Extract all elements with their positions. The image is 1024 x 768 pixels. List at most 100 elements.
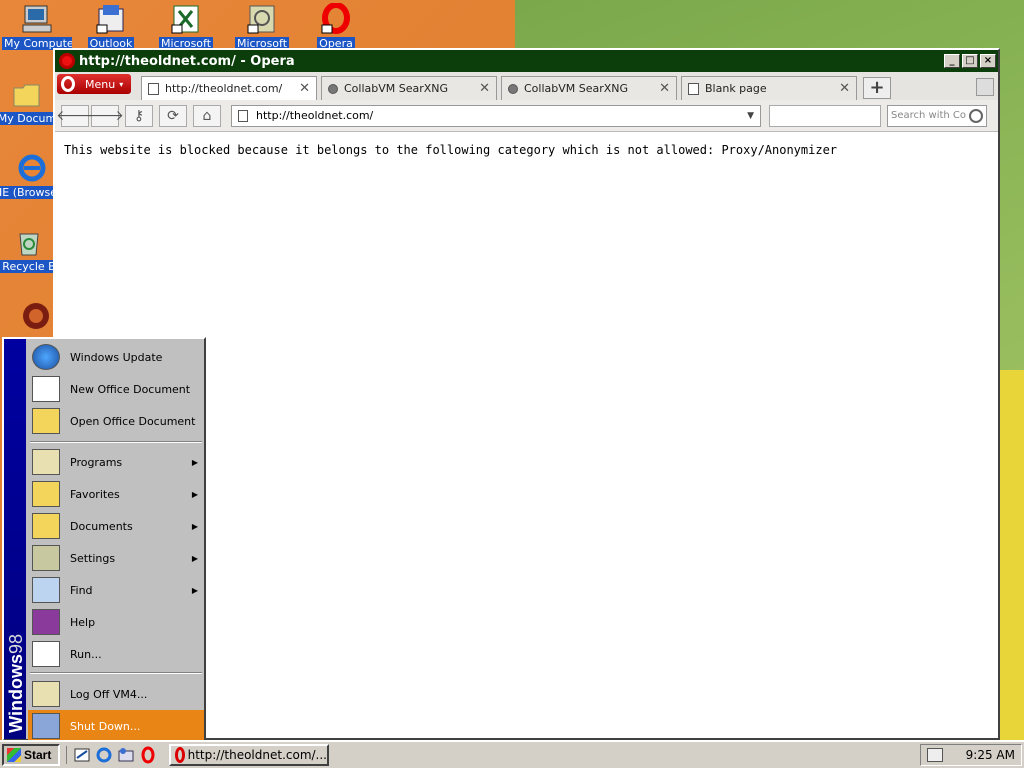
taskbar: Start http://theoldnet.com/... 9:25 AM [0, 740, 1024, 768]
favorites-icon [32, 481, 60, 507]
menu-item-windows-update[interactable]: Windows Update [28, 341, 204, 373]
new-office-doc-icon [32, 376, 60, 402]
log-off-icon [32, 681, 60, 707]
help-icon [32, 609, 60, 635]
reload-icon: ⟳ [167, 107, 179, 124]
desktop-icon-label: My Docum [0, 112, 59, 125]
menu-item-shut-down[interactable]: Shut Down... [28, 710, 204, 740]
start-menu: Windows98 Windows Update New Office Docu… [2, 337, 206, 740]
page-icon [688, 82, 699, 95]
desktop-icon-outlook[interactable]: Outlook [76, 3, 146, 53]
page-icon [238, 109, 248, 122]
tab-label: CollabVM SearXNG [524, 82, 629, 95]
desktop-icon-label: Recycle B [0, 260, 58, 273]
close-tab-icon[interactable]: ✕ [299, 81, 310, 96]
close-tab-icon[interactable]: ✕ [839, 81, 850, 96]
submenu-arrow-icon: ▶ [191, 585, 198, 595]
desktop: My Computer Outlook Microsoft Microsoft … [0, 0, 1024, 740]
back-button[interactable]: 🡐 [56, 104, 94, 127]
menu-item-new-office-document[interactable]: New Office Document [28, 373, 204, 405]
windows-logo-icon [7, 748, 21, 762]
close-tab-icon[interactable]: ✕ [659, 81, 670, 96]
menu-item-label: Favorites [70, 487, 120, 501]
menu-item-settings[interactable]: Settings ▶ [28, 542, 204, 574]
network-icon[interactable] [927, 748, 943, 762]
new-tab-button[interactable]: + [863, 77, 891, 99]
start-button[interactable]: Start [2, 744, 60, 766]
tab-blank-page[interactable]: Blank page ✕ [681, 76, 857, 100]
menu-item-find[interactable]: Find ▶ [28, 574, 204, 606]
menu-item-label: Run... [70, 647, 102, 661]
search-box[interactable]: Search with Co [887, 104, 987, 127]
search-engine-box[interactable] [769, 104, 881, 127]
wallpaper-yellow [1000, 370, 1024, 740]
project-icon [246, 3, 278, 35]
opera-menu-button[interactable]: Menu ▾ [57, 74, 131, 94]
reload-button[interactable]: ⟳ [159, 104, 187, 127]
menu-separator [30, 672, 202, 674]
menu-item-documents[interactable]: Documents ▶ [28, 510, 204, 542]
opera-icon[interactable] [139, 746, 157, 764]
forward-arrow-icon: 🡒 [86, 108, 124, 124]
search-icon[interactable] [969, 108, 983, 123]
menu-item-help[interactable]: Help [28, 606, 204, 638]
window-title: http://theoldnet.com/ - Opera [79, 53, 295, 69]
address-input[interactable]: http://theoldnet.com/ [256, 109, 747, 122]
menu-item-label: Open Office Document [70, 414, 196, 428]
ie-icon [16, 152, 48, 184]
home-button[interactable]: ⌂ [193, 104, 221, 127]
menu-label: Menu [85, 77, 116, 91]
title-bar[interactable]: http://theoldnet.com/ - Opera _ □ × [55, 50, 998, 72]
desktop-icon-opera[interactable]: Opera [301, 2, 371, 53]
opera-icon [175, 747, 185, 763]
settings-icon [32, 545, 60, 571]
wand-button[interactable]: ⚷ [125, 104, 153, 127]
trash-icon[interactable] [976, 78, 994, 96]
tab-searxng-2[interactable]: CollabVM SearXNG ✕ [501, 76, 677, 100]
menu-item-label: Help [70, 615, 96, 629]
tab-theoldnet[interactable]: http://theoldnet.com/ ✕ [141, 76, 317, 100]
menu-item-open-office-document[interactable]: Open Office Document [28, 405, 204, 437]
outlook-icon [95, 3, 127, 35]
tab-label: http://theoldnet.com/ [165, 82, 283, 95]
menu-item-label: Shut Down... [70, 719, 141, 733]
clock[interactable]: 9:25 AM [966, 748, 1015, 762]
tab-label: CollabVM SearXNG [344, 82, 449, 95]
desktop-icon-excel[interactable]: Microsoft [151, 3, 221, 53]
tab-bar: Menu ▾ http://theoldnet.com/ ✕ CollabVM … [55, 72, 998, 100]
maximize-button[interactable]: □ [962, 54, 978, 68]
outlook-express-icon[interactable] [117, 746, 135, 764]
desktop-icon-my-computer[interactable]: My Computer [2, 3, 72, 53]
menu-item-run[interactable]: Run... [28, 638, 204, 670]
submenu-arrow-icon: ▶ [191, 457, 198, 467]
windows-update-icon [32, 344, 60, 370]
shortcut-icon [20, 300, 52, 332]
excel-icon [170, 3, 202, 35]
chevron-down-icon[interactable]: ▼ [747, 111, 754, 121]
menu-item-log-off[interactable]: Log Off VM4... [28, 678, 204, 710]
close-button[interactable]: × [980, 54, 996, 68]
taskbar-button-opera[interactable]: http://theoldnet.com/... [169, 744, 329, 766]
ie-icon[interactable] [95, 746, 113, 764]
menu-item-label: Settings [70, 551, 116, 565]
menu-item-favorites[interactable]: Favorites ▶ [28, 478, 204, 510]
page-icon [148, 82, 159, 95]
forward-button[interactable]: 🡒 [86, 104, 124, 127]
submenu-arrow-icon: ▶ [191, 489, 198, 499]
desktop-icon-project[interactable]: Microsoft [227, 3, 297, 53]
minimize-button[interactable]: _ [944, 54, 960, 68]
taskbar-button-label: http://theoldnet.com/... [187, 748, 327, 762]
menu-item-programs[interactable]: Programs ▶ [28, 446, 204, 478]
chevron-down-icon: ▾ [119, 79, 124, 89]
show-desktop-icon[interactable] [73, 746, 91, 764]
recycle-bin-icon [13, 226, 45, 258]
tab-label: Blank page [705, 82, 767, 95]
menu-item-label: Programs [70, 455, 123, 469]
opera-icon [320, 2, 352, 35]
menu-item-label: Log Off VM4... [70, 687, 148, 701]
close-tab-icon[interactable]: ✕ [479, 81, 490, 96]
tab-searxng-1[interactable]: CollabVM SearXNG ✕ [321, 76, 497, 100]
search-input[interactable]: Search with Co [891, 110, 969, 121]
address-bar[interactable]: http://theoldnet.com/ ▼ [231, 104, 761, 127]
navigation-bar: 🡐 🡒 ⚷ ⟳ ⌂ http://theoldnet.com/ ▼ Search… [55, 100, 998, 132]
